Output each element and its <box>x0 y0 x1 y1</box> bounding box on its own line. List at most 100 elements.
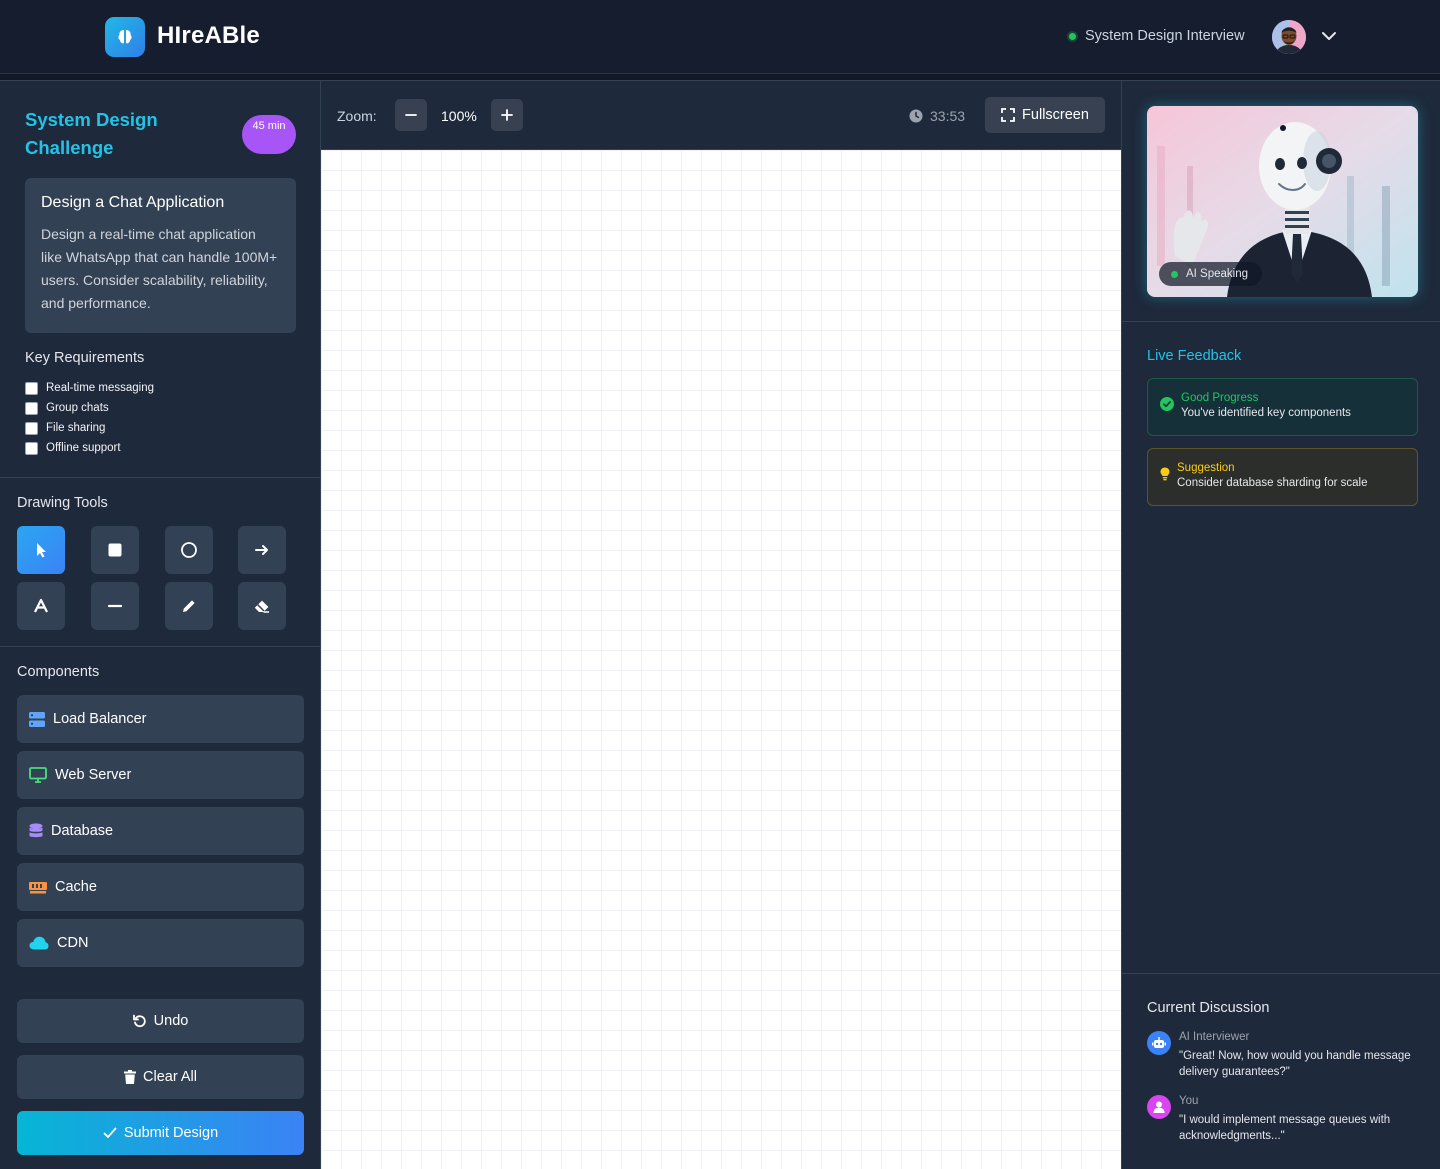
session-status-dot <box>1069 33 1076 40</box>
trash-icon <box>124 1070 136 1084</box>
eraser-tool-button[interactable] <box>238 582 286 630</box>
app-header: HIreABle System Design Interview <box>0 0 1440 74</box>
discussion-message: You "I would implement message queues wi… <box>1147 1095 1417 1144</box>
zoom-out-button[interactable] <box>395 99 427 131</box>
app-title: HIreABle <box>157 22 260 49</box>
requirement-label: Real-time messaging <box>46 382 155 394</box>
message-text: "Great! Now, how would you handle messag… <box>1179 1050 1411 1078</box>
feedback-title: Good Progress <box>1181 392 1259 404</box>
line-tool-button[interactable] <box>91 582 139 630</box>
component-cache[interactable]: Cache <box>17 863 304 911</box>
requirements-title: Key Requirements <box>25 350 145 366</box>
lightbulb-icon <box>1160 467 1170 481</box>
brain-logo-icon <box>105 17 145 57</box>
undo-icon <box>132 1014 146 1028</box>
feedback-text: You've identified key components <box>1181 407 1351 419</box>
section-divider <box>0 477 320 478</box>
text-icon <box>34 598 48 613</box>
submit-design-button[interactable]: Submit Design <box>17 1111 304 1155</box>
component-label: Load Balancer <box>53 711 147 727</box>
zoom-in-button[interactable] <box>491 99 523 131</box>
message-author: AI Interviewer <box>1179 1031 1250 1043</box>
clear-all-label: Clear All <box>143 1069 197 1085</box>
memory-icon <box>29 882 47 894</box>
section-divider <box>1122 973 1440 974</box>
component-load-balancer[interactable]: Load Balancer <box>17 695 304 743</box>
cloud-icon <box>29 936 49 950</box>
database-icon <box>29 823 43 838</box>
drawing-tools-title: Drawing Tools <box>17 495 108 511</box>
requirement-file-sharing[interactable]: File sharing <box>25 418 154 438</box>
current-discussion-title: Current Discussion <box>1147 1000 1270 1016</box>
circle-icon <box>181 542 197 558</box>
arrow-tool-button[interactable] <box>238 526 286 574</box>
problem-title: Design a Chat Application <box>41 194 225 211</box>
requirement-real-time-messaging[interactable]: Real-time messaging <box>25 378 154 398</box>
feedback-good-progress: Good Progress You've identified key comp… <box>1147 378 1418 436</box>
fullscreen-button[interactable]: Fullscreen <box>985 97 1105 133</box>
component-label: Database <box>51 823 114 839</box>
pen-tool-button[interactable] <box>165 582 213 630</box>
speaking-dot <box>1171 270 1178 278</box>
clock-icon <box>909 109 923 123</box>
ai-speaking-indicator: AI Speaking <box>1159 262 1263 286</box>
components-title: Components <box>17 664 100 680</box>
circle-tool-button[interactable] <box>165 526 213 574</box>
time-badge: 45 min <box>242 115 296 154</box>
requirement-checkbox[interactable] <box>25 441 38 455</box>
requirement-checkbox[interactable] <box>25 381 38 395</box>
chevron-down-icon[interactable] <box>1320 27 1338 45</box>
rectangle-tool-button[interactable] <box>91 526 139 574</box>
timer: 33:53 <box>930 108 966 124</box>
minus-icon <box>107 604 123 608</box>
feedback-text: Consider database sharding for scale <box>1177 477 1368 489</box>
submit-design-label: Submit Design <box>123 1125 219 1141</box>
challenge-title: System Design Challenge <box>25 109 158 158</box>
undo-button[interactable]: Undo <box>17 999 304 1043</box>
pencil-icon <box>183 600 195 612</box>
section-divider <box>1122 321 1440 322</box>
text-tool-button[interactable] <box>17 582 65 630</box>
requirement-offline-support[interactable]: Offline support <box>25 438 154 458</box>
zoom-label: Zoom: <box>337 108 377 124</box>
clear-all-button[interactable]: Clear All <box>17 1055 304 1099</box>
user-icon <box>1147 1095 1171 1119</box>
requirement-checkbox[interactable] <box>25 421 38 435</box>
fullscreen-label: Fullscreen <box>1022 107 1089 123</box>
discussion-message: AI Interviewer "Great! Now, how would yo… <box>1147 1031 1417 1080</box>
problem-card: Design a Chat Application Design a real-… <box>25 178 296 333</box>
requirement-checkbox[interactable] <box>25 401 38 415</box>
component-label: Cache <box>55 879 97 895</box>
minus-icon <box>405 114 417 116</box>
expand-icon <box>1001 108 1015 122</box>
component-label: Web Server <box>55 767 132 783</box>
component-cdn[interactable]: CDN <box>17 919 304 967</box>
square-icon <box>108 543 122 557</box>
message-text: "I would implement message queues with a… <box>1179 1114 1391 1142</box>
requirements-list: Real-time messaging Group chats File sha… <box>25 378 154 458</box>
requirement-label: File sharing <box>46 422 106 434</box>
drawing-canvas[interactable] <box>321 150 1121 1169</box>
cursor-icon <box>37 543 46 558</box>
user-avatar[interactable] <box>1272 20 1306 54</box>
live-feedback-title: Live Feedback <box>1147 348 1242 364</box>
robot-icon <box>1147 1031 1171 1055</box>
undo-label: Undo <box>153 1013 189 1029</box>
problem-description: Design a real-time chat application like… <box>41 226 278 311</box>
feedback-title: Suggestion <box>1177 462 1235 474</box>
check-circle-icon <box>1160 397 1174 411</box>
session-label: System Design Interview <box>1085 28 1245 44</box>
right-panel: AI Speaking Live Feedback Good Progress … <box>1121 80 1440 1169</box>
ai-interviewer-video: AI Speaking <box>1147 106 1418 297</box>
component-database[interactable]: Database <box>17 807 304 855</box>
feedback-suggestion: Suggestion Consider database sharding fo… <box>1147 448 1418 506</box>
select-tool-button[interactable] <box>17 526 65 574</box>
server-icon <box>29 711 45 727</box>
component-label: CDN <box>57 935 89 951</box>
left-sidebar: System Design Challenge 45 min Design a … <box>0 80 321 1169</box>
requirement-label: Offline support <box>46 442 121 454</box>
requirement-label: Group chats <box>46 402 109 414</box>
arrow-right-icon <box>255 545 268 555</box>
requirement-group-chats[interactable]: Group chats <box>25 398 154 418</box>
component-web-server[interactable]: Web Server <box>17 751 304 799</box>
